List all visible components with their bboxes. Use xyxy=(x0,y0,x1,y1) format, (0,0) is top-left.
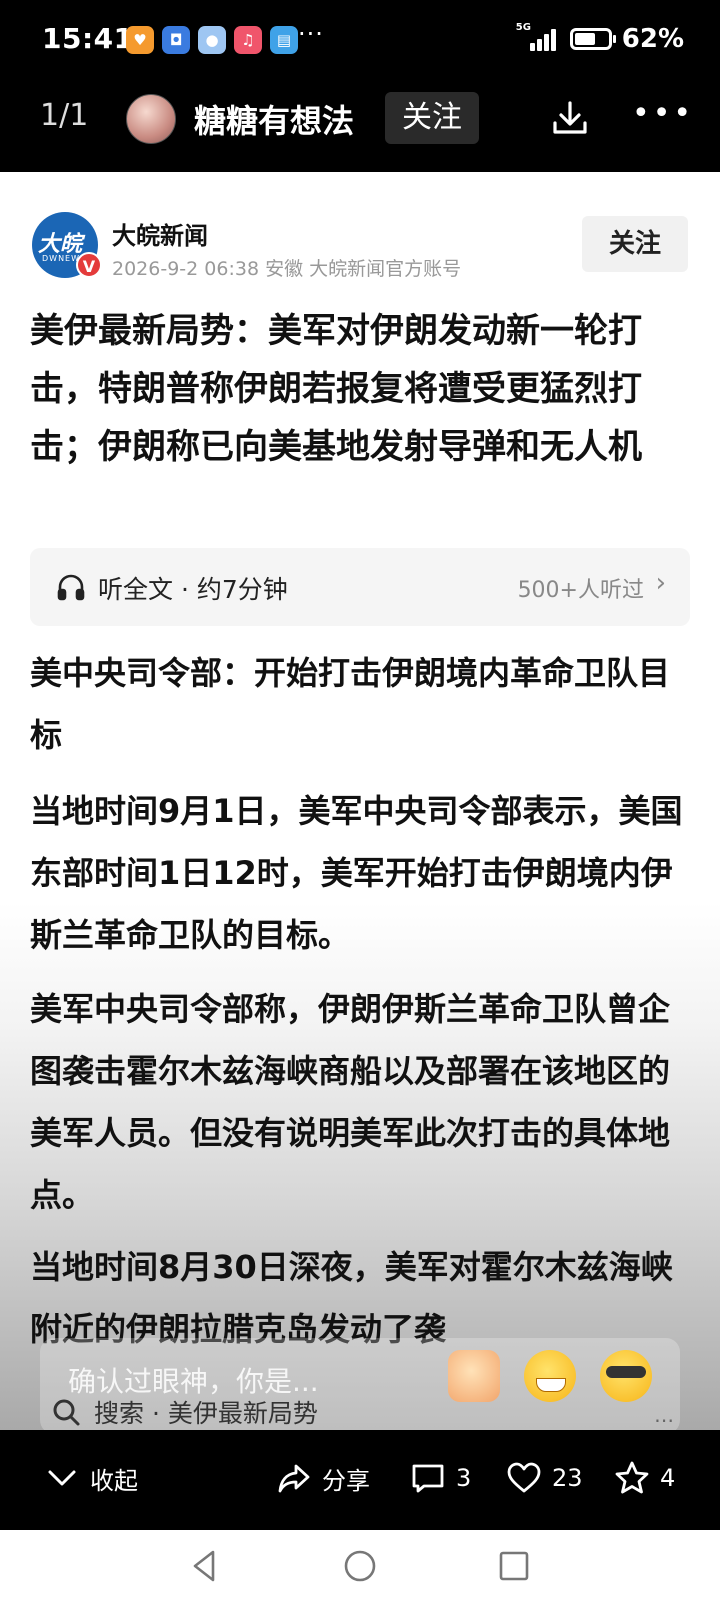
back-icon[interactable] xyxy=(185,1546,225,1586)
comment-icon xyxy=(412,1464,444,1493)
more-notifications-icon: ··· xyxy=(298,20,324,48)
article-title: 美伊最新局势：美军对伊朗发动新一轮打击，特朗普称伊朗若报复将遭受更猛烈打击；伊朗… xyxy=(30,311,642,467)
favorite-button[interactable]: 4 xyxy=(614,1460,675,1496)
verified-badge-icon: V xyxy=(76,252,102,278)
source-meta: 2026-9-2 06:38 安徽 大皖新闻官方账号 xyxy=(112,258,462,280)
app-header: 1/1 糖糖有想法 关注 ••• xyxy=(0,84,720,172)
message-app-icon: ◘ xyxy=(162,26,190,54)
heart-app-icon: ♥ xyxy=(126,26,154,54)
system-nav-bar xyxy=(0,1530,720,1610)
article-paragraph: 当地时间9月1日，美军中央司令部表示，美国东部时间1日12时，美军开始打击伊朗境… xyxy=(30,792,683,954)
home-icon[interactable] xyxy=(340,1546,380,1586)
chevron-right-icon: › xyxy=(655,568,666,598)
follow-source-button[interactable]: 关注 xyxy=(582,216,688,272)
likes-count: 23 xyxy=(552,1464,583,1492)
collapse-button[interactable]: 收起 xyxy=(44,1460,138,1496)
chat-app-icon: ● xyxy=(198,26,226,54)
clock: 15:41 xyxy=(42,22,134,55)
battery-percent: 62% xyxy=(621,24,684,54)
battery-icon xyxy=(569,28,616,50)
recents-icon[interactable] xyxy=(494,1546,534,1586)
comment-preview[interactable]: 确认过眼神，你是... xyxy=(68,1360,319,1400)
notification-icons: ♥ ◘ ● ♫ ▤ xyxy=(126,26,298,54)
author-name[interactable]: 糖糖有想法 xyxy=(194,96,354,142)
download-icon[interactable] xyxy=(550,98,590,138)
cool-emoji-icon[interactable] xyxy=(600,1350,652,1402)
status-bar: 15:41 ♥ ◘ ● ♫ ▤ ··· 5G 62% xyxy=(0,0,720,84)
action-bar: 收起 分享 3 23 4 xyxy=(0,1430,720,1530)
more-icon[interactable]: ••• xyxy=(632,99,694,129)
favorites-count: 4 xyxy=(660,1464,676,1492)
dismiss-icon[interactable]: ⋯ xyxy=(654,1408,674,1430)
emoji-reactions xyxy=(448,1350,652,1402)
music-app-icon: ♫ xyxy=(234,26,262,54)
listen-full-text-button[interactable]: 听全文 · 约7分钟 500+人听过 › xyxy=(30,548,690,626)
book-app-icon: ▤ xyxy=(270,26,298,54)
like-button[interactable]: 23 xyxy=(506,1460,583,1496)
page-indicator: 1/1 xyxy=(40,98,89,133)
thumbs-up-emoji-icon[interactable] xyxy=(448,1350,500,1402)
share-label: 分享 xyxy=(322,1466,370,1495)
article-subheading: 美中央司令部：开始打击伊朗境内革命卫队目标 xyxy=(30,654,671,754)
author-avatar[interactable] xyxy=(126,94,176,144)
comments-button[interactable]: 3 xyxy=(410,1460,471,1496)
share-button[interactable]: 分享 xyxy=(276,1460,370,1496)
article-paragraph: 美军中央司令部称，伊朗伊斯兰革命卫队曾企图袭击霍尔木兹海峡商船以及部署在该地区的… xyxy=(30,990,671,1214)
follow-author-button[interactable]: 关注 xyxy=(385,92,479,144)
share-icon xyxy=(278,1464,310,1493)
headphones-icon xyxy=(57,574,85,601)
listen-label: 听全文 · 约7分钟 xyxy=(98,575,288,604)
article-content[interactable]: 大皖 DWNEWS V 大皖新闻 2026-9-2 06:38 安徽 大皖新闻官… xyxy=(0,172,720,1430)
collapse-label: 收起 xyxy=(90,1466,138,1495)
comments-count: 3 xyxy=(456,1464,472,1492)
listen-count: 500+人听过 xyxy=(517,578,644,603)
signal-icon: 5G xyxy=(516,23,560,53)
grin-emoji-icon[interactable] xyxy=(524,1350,576,1402)
chevron-down-icon xyxy=(48,1470,76,1486)
source-name[interactable]: 大皖新闻 xyxy=(112,216,208,251)
search-icon xyxy=(53,1399,80,1426)
star-icon xyxy=(615,1461,649,1494)
heart-icon xyxy=(507,1462,541,1493)
